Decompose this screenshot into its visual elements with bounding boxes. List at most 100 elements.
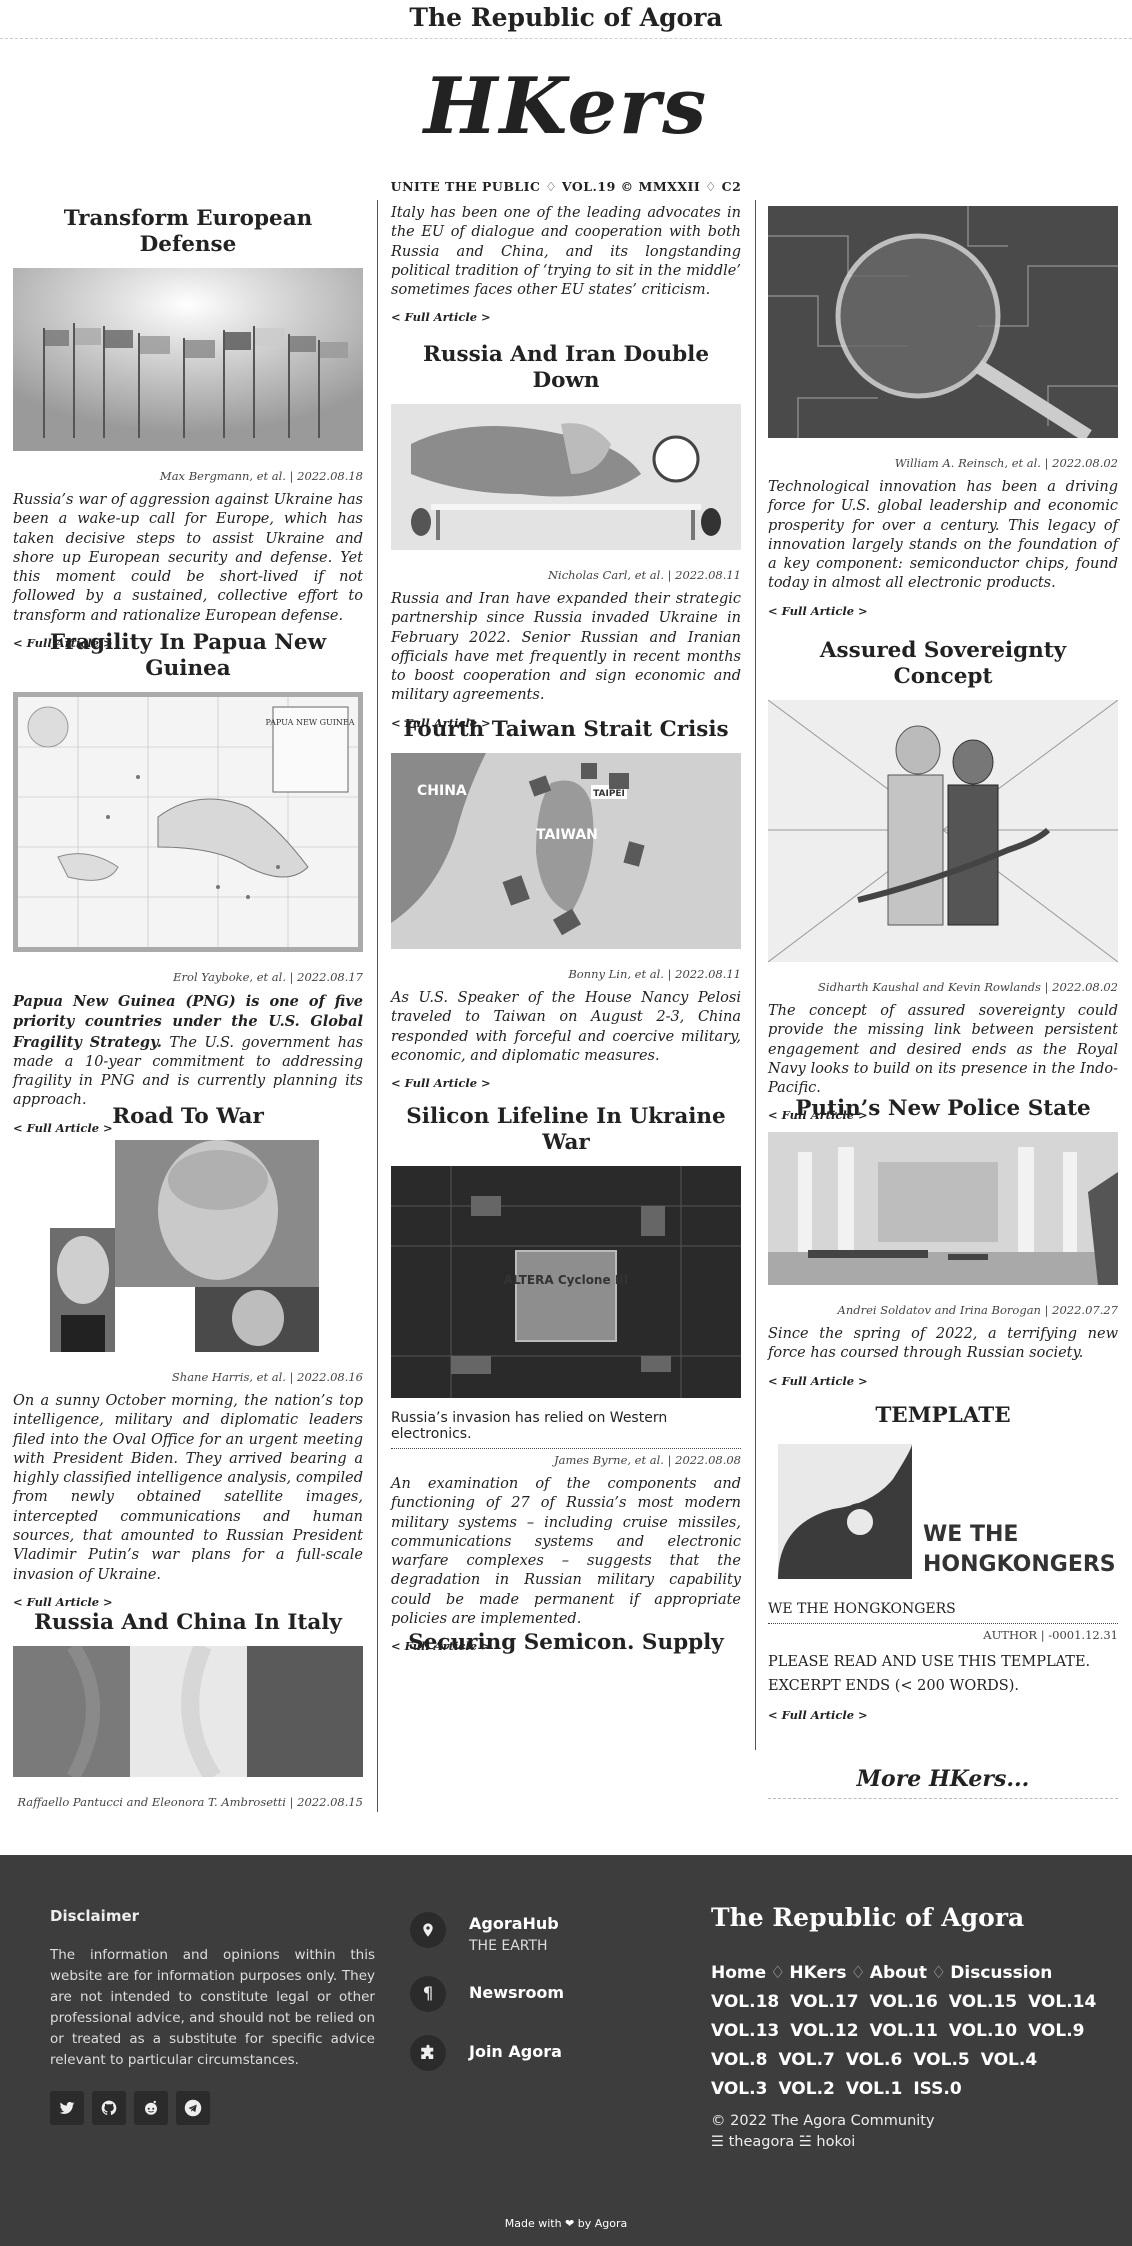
article-title[interactable]: Road To War <box>13 1104 363 1130</box>
footer-nav-title: Newsroom <box>469 1983 565 2002</box>
article-card: Road To War Shane Harris, et al. | 2022.… <box>13 1104 363 1609</box>
article-title[interactable]: Russia And Iran Double Down <box>391 342 741 394</box>
article-image[interactable] <box>768 700 1118 962</box>
twitter-icon[interactable] <box>50 2091 84 2125</box>
volume-link[interactable]: VOL.9 <box>1028 2017 1084 2046</box>
article-byline: Nicholas Carl, et al. | 2022.08.11 <box>547 568 741 582</box>
article-byline: Shane Harris, et al. | 2022.08.16 <box>171 1370 363 1384</box>
link-separator: ♢ <box>850 1963 866 1983</box>
volume-link[interactable]: VOL.3 <box>711 2075 767 2104</box>
article-byline: Erol Yayboke, et al. | 2022.08.17 <box>173 970 363 984</box>
footer-link-home[interactable]: Home <box>711 1959 766 1988</box>
article-image[interactable] <box>13 268 363 451</box>
footer-handle[interactable]: ☰ theagora ☱ hokoi <box>711 2132 935 2153</box>
volume-link[interactable]: VOL.18 <box>711 1988 779 2017</box>
full-article-link[interactable]: < Full Article > <box>768 604 1118 618</box>
article-card: Russia And China In Italy Raffaello Pant… <box>13 1610 363 1817</box>
full-article-link[interactable]: < Full Article > <box>391 310 741 324</box>
article-title[interactable]: Transform European Defense <box>13 206 363 258</box>
reddit-icon[interactable] <box>134 2091 168 2125</box>
volume-link[interactable]: VOL.16 <box>870 1988 938 2017</box>
footer-link-about[interactable]: About <box>870 1959 927 1988</box>
footer-link-hkers[interactable]: HKers <box>789 1959 846 1988</box>
article-image[interactable]: CHINA TAIWAN TAIPEI <box>391 753 741 949</box>
volume-link[interactable]: VOL.5 <box>913 2046 969 2075</box>
article-title[interactable]: Assured Sovereignty Concept <box>768 638 1118 690</box>
article-image[interactable] <box>391 404 741 550</box>
full-article-link[interactable]: < Full Article > <box>13 1595 363 1609</box>
more-hkers: More HKers... <box>768 1766 1118 1799</box>
article-title[interactable]: Silicon Lifeline In Ukraine War <box>391 1104 741 1156</box>
article-title[interactable]: Putin’s New Police State <box>768 1096 1118 1122</box>
chip-label: ALTERA Cyclone III <box>504 1273 628 1287</box>
article-card: Fourth Taiwan Strait Crisis CHINA TAIWAN… <box>391 717 741 1090</box>
volume-link[interactable]: VOL.6 <box>846 2046 902 2075</box>
volume-link[interactable]: VOL.7 <box>778 2046 834 2075</box>
volume-link[interactable]: VOL.2 <box>778 2075 834 2104</box>
volume-links: VOL.18 VOL.17 VOL.16 VOL.15 VOL.14VOL.13 VOL.… <box>711 1988 1111 2104</box>
article-excerpt: Papua New Guinea (PNG) is one of five pr… <box>13 992 363 1111</box>
footer-nav-title: Join Agora <box>469 2042 562 2061</box>
volume-link[interactable]: VOL.4 <box>981 2046 1037 2075</box>
volume-link[interactable]: VOL.17 <box>790 1988 858 2017</box>
site-top-title[interactable]: The Republic of Agora <box>0 0 1132 39</box>
article-excerpt: On a sunny October morning, the nation’s… <box>13 1393 363 1583</box>
article-excerpt: As U.S. Speaker of the House Nancy Pelos… <box>391 990 741 1064</box>
template-logo[interactable]: WE THE HONGKONGERS <box>768 1439 1118 1589</box>
more-hkers-link[interactable]: More HKers... <box>768 1766 1118 1792</box>
link-separator: ♢ <box>931 1963 947 1983</box>
map-pin-icon <box>410 1912 446 1948</box>
masthead-logo[interactable]: HKers <box>0 57 1132 157</box>
footer-copyright: © 2022 The Agora Community ☰ theagora ☱ … <box>711 2111 935 2153</box>
article-image[interactable] <box>768 1132 1118 1285</box>
volume-link[interactable]: VOL.11 <box>870 2017 938 2046</box>
footer-main-links: Home ♢ HKers ♢ About ♢ Discussion <box>711 1959 1111 1988</box>
map-label-taipei: TAIPEI <box>593 789 625 799</box>
article-title[interactable]: Securing Semicon. Supply <box>391 1630 741 1656</box>
disclaimer-title: Disclaimer <box>50 1907 140 1925</box>
article-byline: Max Bergmann, et al. | 2022.08.18 <box>159 469 363 483</box>
article-image[interactable] <box>13 1140 363 1352</box>
article-image[interactable] <box>768 206 1118 438</box>
full-article-link[interactable]: < Full Article > <box>768 1708 1118 1722</box>
footer-link-discussion[interactable]: Discussion <box>950 1959 1052 1988</box>
article-title[interactable]: TEMPLATE <box>768 1403 1118 1429</box>
article-card: Fragility In Papua New Guinea PAPUA NEW … <box>13 630 363 1135</box>
volume-link[interactable]: VOL.1 <box>846 2075 902 2104</box>
article-card: Transform European Defense Max Bergmann,… <box>13 206 363 650</box>
divider <box>391 1448 741 1449</box>
telegram-icon[interactable] <box>176 2091 210 2125</box>
article-title[interactable]: Fourth Taiwan Strait Crisis <box>391 717 741 743</box>
article-title[interactable]: Russia And China In Italy <box>13 1610 363 1636</box>
article-card: Silicon Lifeline In Ukraine War ALTERA C… <box>391 1104 741 1653</box>
volume-link[interactable]: VOL.12 <box>790 2017 858 2046</box>
footer-brand[interactable]: The Republic of Agora <box>711 1903 1024 1932</box>
site-footer: Disclaimer The information and opinions … <box>0 1855 1132 2246</box>
volume-link[interactable]: VOL.14 <box>1028 1988 1096 2017</box>
article-byline: Raffaello Pantucci and Eleonora T. Ambro… <box>17 1795 363 1809</box>
full-article-link[interactable]: < Full Article > <box>768 1374 1118 1388</box>
article-subtitle: WE THE HONGKONGERS <box>768 1601 956 1617</box>
volume-link[interactable]: VOL.13 <box>711 2017 779 2046</box>
footer-nav-subtitle: THE EARTH <box>469 1938 548 1954</box>
full-article-link[interactable]: < Full Article > <box>391 1076 741 1090</box>
volume-link[interactable]: VOL.8 <box>711 2046 767 2075</box>
article-image[interactable]: PAPUA NEW GUINEA <box>13 692 363 952</box>
article-excerpt: Russia’s war of aggression against Ukrai… <box>13 492 363 624</box>
logo-text-line-2: HONGKONGERS <box>923 1552 1116 1577</box>
article-title[interactable]: Fragility In Papua New Guinea <box>13 630 363 682</box>
github-icon[interactable] <box>92 2091 126 2125</box>
column-divider <box>755 200 756 1750</box>
article-byline: Sidharth Kaushal and Kevin Rowlands | 20… <box>818 980 1118 994</box>
volume-link[interactable]: ISS.0 <box>913 2075 961 2104</box>
article-byline: James Byrne, et al. | 2022.08.08 <box>553 1453 741 1467</box>
logo-text-line-1: WE THE <box>923 1522 1018 1547</box>
article-excerpt: Italy has been one of the leading advoca… <box>391 205 741 299</box>
article-image[interactable]: ALTERA Cyclone III <box>391 1166 741 1398</box>
article-card: Securing Semicon. Supply <box>391 1630 741 1666</box>
article-image[interactable] <box>13 1646 363 1777</box>
article-card: Putin’s New Police State Andrei Soldatov… <box>768 1096 1118 1388</box>
volume-link[interactable]: VOL.15 <box>949 1988 1017 2017</box>
volume-link[interactable]: VOL.10 <box>949 2017 1017 2046</box>
footer-links: Home ♢ HKers ♢ About ♢ Discussion VOL.18 VOL.17… <box>711 1959 1111 2104</box>
